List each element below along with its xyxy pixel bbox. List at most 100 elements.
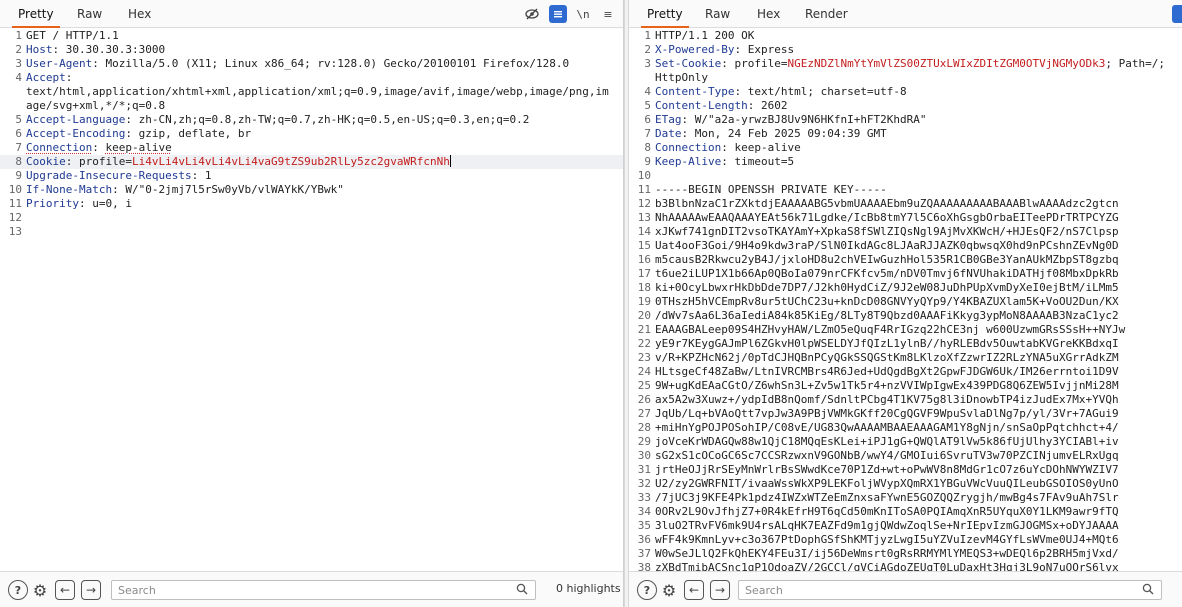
code-line: 8 Connection: keep-alive bbox=[629, 141, 1182, 155]
line-number: 26 bbox=[637, 393, 651, 406]
header-separator: : bbox=[65, 155, 79, 168]
code-line: 31 jrtHeOJjRrSEyMnWrlrBsSWwdKce70P1Zd+wt+… bbox=[629, 463, 1182, 477]
header-value: xJKwf741gnDIT2vsoTKAYAmY+XpkaS8fSWlZIQsN… bbox=[655, 225, 1119, 238]
header-value: keep-alive bbox=[734, 141, 801, 154]
header-name: ETag bbox=[655, 113, 682, 126]
line-content: If-None-Match: W/"0-2jmj7l5rSw0yVb/vlWAY… bbox=[26, 183, 623, 197]
code-line: 36 wFF4k9KmnLyv+c3o367PtDophGSfShKMTjyzLw… bbox=[629, 533, 1182, 547]
code-line: 10 bbox=[629, 169, 1182, 183]
code-line: 3 User-Agent: Mozilla/5.0 (X11; Linux x86… bbox=[0, 57, 623, 71]
header-value: sG2xS1cOCoGC6Sc7CCSRzwxnV9GONbB/wwY4/GMO… bbox=[655, 449, 1119, 462]
code-line: 9 Keep-Alive: timeout=5 bbox=[629, 155, 1182, 169]
header-separator: : bbox=[734, 85, 748, 98]
code-line: 4 Content-Type: text/html; charset=utf-8 bbox=[629, 85, 1182, 99]
code-line: 16 m5causB2Rkwcu2yB4J/jxloHD8u2chVEIwGuzh… bbox=[629, 253, 1182, 267]
header-value: gzip, deflate, br bbox=[138, 127, 252, 140]
code-line: 23 v/R+KPZHcN62j/0pTdCJHQBnPCyQGkSSQGStKm… bbox=[629, 351, 1182, 365]
header-value: profile= bbox=[79, 155, 132, 168]
response-search-input[interactable] bbox=[738, 580, 1162, 600]
code-line: 28 +miHnYgPOJPOSohIP/C08vE/UG83QwAAAAMBAA… bbox=[629, 421, 1182, 435]
response-pane: Pretty Raw Hex Render 1 HTTP/1.1 200 OK 2 X… bbox=[629, 0, 1182, 607]
header-value: 9W+ugKdEAaCGtO/Z6whSn3L+Zv5w1Tk5r4+nzVVI… bbox=[655, 379, 1119, 392]
line-content: v/R+KPZHcN62j/0pTdCJHQBnPCyQGkSSQGStKm8L… bbox=[655, 351, 1182, 365]
header-value: b3BlbnNzaC1rZXktdjEAAAAABG5vbmUAAAAEbm9u… bbox=[655, 197, 1119, 210]
line-content: Upgrade-Insecure-Requests: 1 bbox=[26, 169, 623, 183]
line-number: 4 bbox=[644, 85, 651, 98]
code-line: 33/7jUC3j9KFE4Pk1pdz4IWZxWTZeEmZnxsaFYwn… bbox=[629, 491, 1182, 505]
forward-icon[interactable]: → bbox=[710, 580, 730, 600]
header-separator: : bbox=[125, 113, 139, 126]
help-icon[interactable]: ? bbox=[637, 580, 657, 600]
response-tab-render[interactable]: Render bbox=[795, 0, 858, 28]
code-line: 5 Accept-Language: zh-CN,zh;q=0.8,zh-TW;q… bbox=[0, 113, 623, 127]
back-icon[interactable]: ← bbox=[684, 580, 704, 600]
line-number: 21 bbox=[637, 323, 651, 336]
line-content: /dWv7sAa6L36aIediA84k85KiEg/8LTy8T9Qbzd0… bbox=[655, 309, 1182, 323]
line-content: m5causB2Rkwcu2yB4J/jxloHD8u2chVEIwGuzhHo… bbox=[655, 253, 1182, 267]
line-number: 38 bbox=[637, 561, 651, 571]
header-value: t6ue2iLUP1X1b66Ap0QBoIa079nrCFKfcv5m/nDV… bbox=[655, 267, 1119, 280]
response-tab-pretty[interactable]: Pretty bbox=[637, 0, 693, 28]
line-number: 8 bbox=[644, 141, 651, 154]
header-separator: : bbox=[747, 99, 761, 112]
request-tab-pretty[interactable]: Pretty bbox=[8, 0, 64, 28]
header-separator: : bbox=[721, 141, 735, 154]
header-value: 0ORv2L9OvJfhjZ7+0R4kEfrH9T6qCd50mKnIToSA… bbox=[655, 505, 1119, 518]
settings-icon[interactable]: ⚙ bbox=[659, 580, 679, 600]
forward-icon[interactable]: → bbox=[81, 580, 101, 600]
message-editor-icon[interactable] bbox=[1172, 5, 1182, 23]
code-line: 12 b3BlbnNzaC1rZXktdjEAAAAABG5vbmUAAAAEbm… bbox=[629, 197, 1182, 211]
line-number: 37 bbox=[637, 547, 651, 560]
code-line: 18 ki+0OcyLbwxrHkDbDde7DP7/J2kh0HydCiZ/9J… bbox=[629, 281, 1182, 295]
line-content: -----BEGIN OPENSSH PRIVATE KEY----- bbox=[655, 183, 1182, 197]
line-content: GET / HTTP/1.1 bbox=[26, 29, 623, 43]
help-icon[interactable]: ? bbox=[8, 580, 28, 600]
menu-icon[interactable]: ≡ bbox=[599, 5, 617, 23]
header-separator: : bbox=[681, 113, 695, 126]
code-line: 7 Connection: keep-alive bbox=[0, 141, 623, 155]
line-content: Priority: u=0, i bbox=[26, 197, 623, 211]
header-name: Accept bbox=[26, 71, 66, 84]
code-line: 2 X-Powered-By: Express bbox=[629, 43, 1182, 57]
line-number: 10 bbox=[637, 169, 651, 182]
newline-icon[interactable]: \n bbox=[575, 5, 591, 23]
line-content: 9W+ugKdEAaCGtO/Z6whSn3L+Zv5w1Tk5r4+nzVVI… bbox=[655, 379, 1182, 393]
response-editor[interactable]: 1 HTTP/1.1 200 OK 2 X-Powered-By: Express 3 S… bbox=[629, 29, 1182, 571]
line-content: Connection: keep-alive bbox=[26, 141, 623, 155]
header-value: joVceKrWDAGQw88w1QjC18MQqEsKLei+iPJ1gG+Q… bbox=[655, 435, 1119, 448]
line-number: 2 bbox=[644, 43, 651, 56]
request-tab-raw[interactable]: Raw bbox=[67, 0, 112, 28]
line-number: 16 bbox=[637, 253, 651, 266]
code-line: 35 3luO2TRvFV6mk9U4rsALqHK7EAZFd9m1gjQWdw… bbox=[629, 519, 1182, 533]
request-editor[interactable]: 1 GET / HTTP/1.1 2 Host: 30.30.30.3:3000 3 Us… bbox=[0, 29, 623, 571]
request-tab-hex[interactable]: Hex bbox=[118, 0, 161, 28]
line-number: 7 bbox=[15, 141, 22, 154]
line-number: 19 bbox=[637, 295, 651, 308]
cookie-value: Li4vLi4vLi4vLi4vLi4vaG9tZS9ub2RlLy5zc2gv… bbox=[131, 155, 450, 168]
line-number: 14 bbox=[637, 225, 651, 238]
line-number: 28 bbox=[637, 421, 651, 434]
back-icon[interactable]: ← bbox=[55, 580, 75, 600]
response-tab-raw[interactable]: Raw bbox=[695, 0, 740, 28]
header-value: Express bbox=[747, 43, 795, 56]
code-line: 13 bbox=[0, 225, 623, 239]
code-line: 6 ETag: W/"a2a-yrwzBJ8Uv9N6HKfnI+hFT2KhdR… bbox=[629, 113, 1182, 127]
line-content: Accept-Encoding: gzip, deflate, br bbox=[26, 127, 623, 141]
header-value: HLtsgeCf48ZaBw/LtnIVRCMBrs4R6Jed+UdQgdBg… bbox=[655, 365, 1119, 378]
response-tab-hex[interactable]: Hex bbox=[747, 0, 790, 28]
request-search-input[interactable] bbox=[111, 580, 536, 600]
header-value: 3luO2TRvFV6mk9U4rsALqHK7EAZFd9m1gjQWdwZo… bbox=[655, 519, 1119, 532]
header-value: GET / HTTP/1.1 bbox=[26, 29, 119, 42]
line-number: 3 bbox=[644, 57, 651, 70]
eye-slash-icon[interactable] bbox=[523, 5, 541, 23]
request-tabbar: Pretty Raw Hex \n ≡ bbox=[0, 0, 623, 28]
message-editor-icon[interactable] bbox=[549, 5, 567, 23]
settings-icon[interactable]: ⚙ bbox=[30, 580, 50, 600]
line-content: xJKwf741gnDIT2vsoTKAYAmY+XpkaS8fSWlZIQsN… bbox=[655, 225, 1182, 239]
line-number: 11 bbox=[8, 197, 22, 210]
line-number: 4 bbox=[15, 71, 22, 84]
line-content: Keep-Alive: timeout=5 bbox=[655, 155, 1182, 169]
header-value: keep-alive bbox=[105, 141, 172, 154]
line-content: Connection: keep-alive bbox=[655, 141, 1182, 155]
line-number: 5 bbox=[644, 99, 651, 112]
